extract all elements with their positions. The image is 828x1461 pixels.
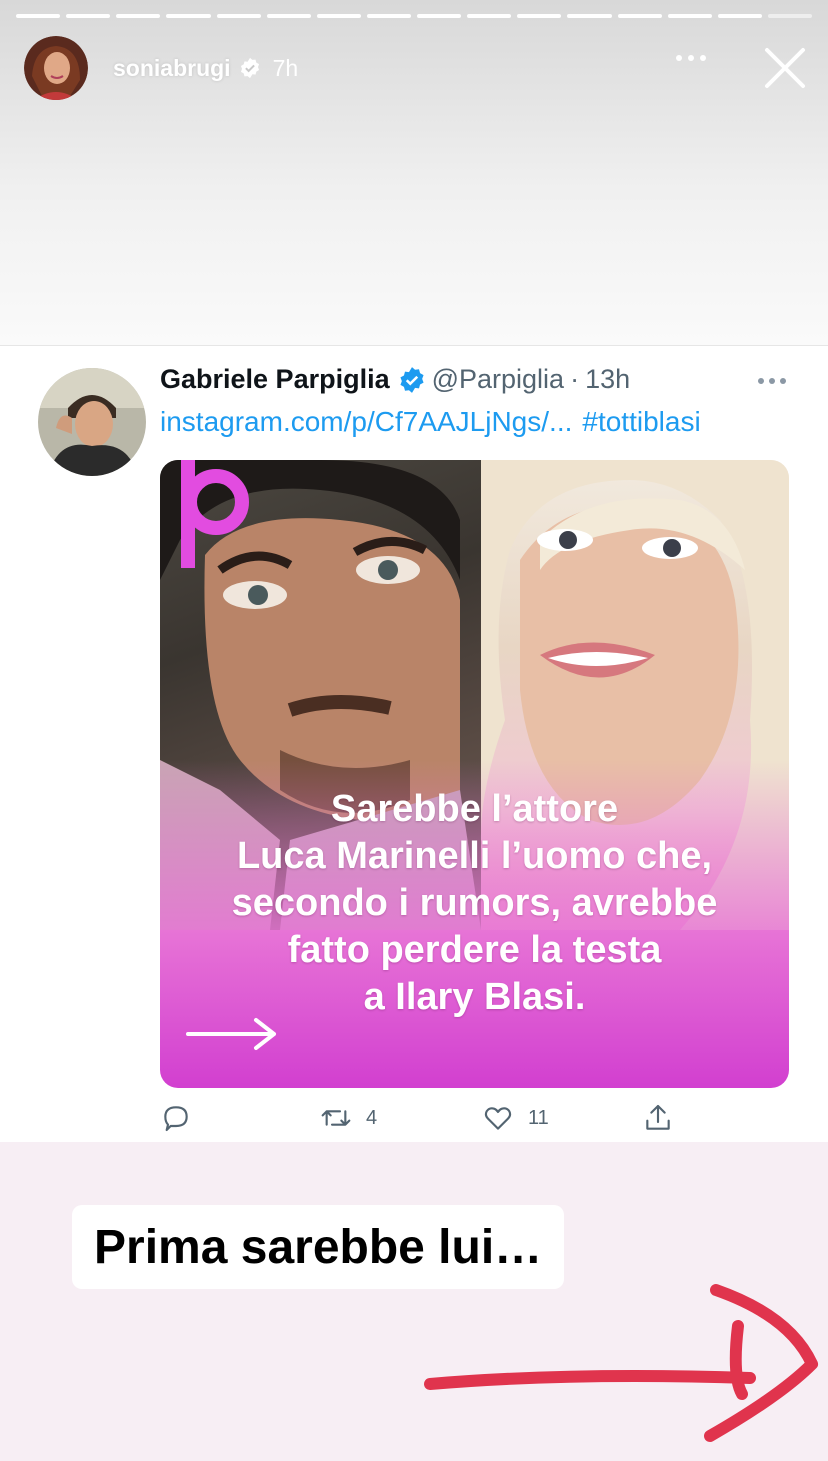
- story-top-area: soniabrugi 7h: [0, 0, 828, 345]
- media-caption-line: Luca Marinelli l’uomo che,: [236, 835, 713, 877]
- tweet-handle[interactable]: @Parpiglia: [432, 364, 564, 395]
- tweet-time[interactable]: 13h: [585, 364, 630, 395]
- sticker-text: Prima sarebbe lui…: [94, 1220, 543, 1274]
- tweet-text: instagram.com/p/Cf7AAJLjNgs/... #tottibla…: [160, 406, 711, 438]
- story-progress-segment: [567, 14, 612, 18]
- close-icon[interactable]: [764, 47, 806, 89]
- retweet-button[interactable]: 4: [320, 1102, 377, 1134]
- story-avatar[interactable]: [24, 36, 88, 100]
- story-progress-bar: [16, 14, 812, 18]
- story-time: 7h: [272, 54, 299, 81]
- retweet-icon: [321, 1110, 351, 1126]
- hand-drawn-arrow-icon: [424, 1284, 818, 1442]
- story-progress-segment: [66, 14, 111, 18]
- reply-button[interactable]: [160, 1102, 192, 1134]
- tweet-card[interactable]: Gabriele Parpiglia @Parpiglia · 13h inst…: [0, 345, 828, 1142]
- verified-badge-icon: [240, 57, 259, 79]
- story-username[interactable]: soniabrugi: [113, 55, 231, 82]
- more-icon[interactable]: [676, 55, 706, 61]
- tweet-actions: 4 11: [160, 1102, 720, 1142]
- media-caption-line: a Ilary Blasi.: [363, 976, 586, 1018]
- media-caption-line: fatto perdere la testa: [287, 929, 662, 971]
- story-progress-segment: [16, 14, 61, 18]
- story-progress-segment: [316, 14, 361, 18]
- tweet-more-icon[interactable]: [758, 378, 786, 384]
- story-progress-segment: [166, 14, 211, 18]
- story-header: soniabrugi 7h: [24, 35, 808, 101]
- tweet-hashtag[interactable]: #tottiblasi: [582, 406, 700, 437]
- retweet-count: 4: [366, 1106, 378, 1129]
- story-progress-segment: [517, 14, 562, 18]
- story-progress-segment: [617, 14, 662, 18]
- tweet-link[interactable]: instagram.com/p/Cf7AAJLjNgs/...: [160, 406, 572, 437]
- story-progress-segment: [417, 14, 462, 18]
- story-progress-segment: [366, 14, 411, 18]
- arrow-right-icon: [186, 1018, 276, 1050]
- story-progress-segment: [717, 14, 762, 18]
- tweet-separator: ·: [570, 364, 580, 394]
- story-progress-segment: [116, 14, 161, 18]
- share-button[interactable]: [642, 1102, 674, 1134]
- reply-icon: [164, 1106, 188, 1132]
- tweet-media-image[interactable]: Sarebbe l’attore Luca Marinelli l’uomo ch…: [160, 460, 789, 1088]
- like-icon: [484, 1107, 512, 1130]
- story-progress-segment: [467, 14, 512, 18]
- like-count: 11: [528, 1106, 549, 1129]
- story-progress-segment: [266, 14, 311, 18]
- share-icon: [646, 1104, 670, 1130]
- verified-badge-icon: [400, 366, 424, 393]
- tweet-author-name[interactable]: Gabriele Parpiglia: [160, 364, 390, 395]
- like-button[interactable]: 11: [482, 1102, 549, 1134]
- tweet-author-avatar[interactable]: [38, 368, 146, 476]
- story-progress-segment: [767, 14, 812, 18]
- media-caption-line: Sarebbe l’attore: [330, 788, 619, 830]
- story-progress-segment: [216, 14, 261, 18]
- story-progress-segment: [667, 14, 712, 18]
- media-caption-line: secondo i rumors, avrebbe: [231, 882, 718, 924]
- tweet-header: Gabriele Parpiglia @Parpiglia · 13h: [160, 364, 630, 395]
- media-caption: Sarebbe l’attore Luca Marinelli l’uomo ch…: [160, 786, 789, 1021]
